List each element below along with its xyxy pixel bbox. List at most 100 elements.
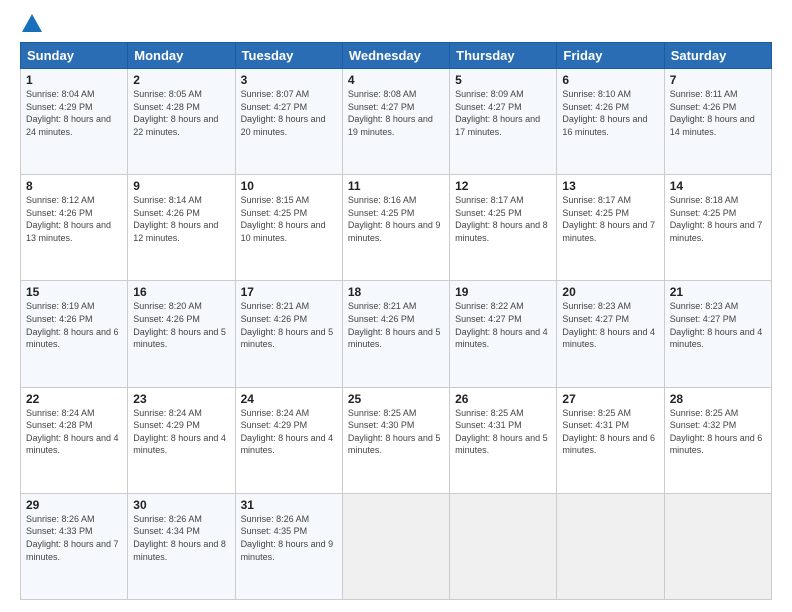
day-info: Sunrise: 8:24 AM Sunset: 4:28 PM Dayligh… xyxy=(26,407,122,457)
day-info: Sunrise: 8:25 AM Sunset: 4:31 PM Dayligh… xyxy=(562,407,658,457)
day-number: 7 xyxy=(670,73,766,87)
day-cell-27: 27Sunrise: 8:25 AM Sunset: 4:31 PM Dayli… xyxy=(557,387,664,493)
day-cell-5: 5Sunrise: 8:09 AM Sunset: 4:27 PM Daylig… xyxy=(450,69,557,175)
weekday-header-monday: Monday xyxy=(128,43,235,69)
day-info: Sunrise: 8:05 AM Sunset: 4:28 PM Dayligh… xyxy=(133,88,229,138)
day-cell-21: 21Sunrise: 8:23 AM Sunset: 4:27 PM Dayli… xyxy=(664,281,771,387)
calendar: SundayMondayTuesdayWednesdayThursdayFrid… xyxy=(20,42,772,600)
day-number: 21 xyxy=(670,285,766,299)
weekday-header-sunday: Sunday xyxy=(21,43,128,69)
weekday-header-tuesday: Tuesday xyxy=(235,43,342,69)
day-info: Sunrise: 8:07 AM Sunset: 4:27 PM Dayligh… xyxy=(241,88,337,138)
day-info: Sunrise: 8:24 AM Sunset: 4:29 PM Dayligh… xyxy=(133,407,229,457)
day-number: 28 xyxy=(670,392,766,406)
day-cell-20: 20Sunrise: 8:23 AM Sunset: 4:27 PM Dayli… xyxy=(557,281,664,387)
day-number: 1 xyxy=(26,73,122,87)
day-info: Sunrise: 8:17 AM Sunset: 4:25 PM Dayligh… xyxy=(562,194,658,244)
day-number: 19 xyxy=(455,285,551,299)
day-info: Sunrise: 8:24 AM Sunset: 4:29 PM Dayligh… xyxy=(241,407,337,457)
day-info: Sunrise: 8:11 AM Sunset: 4:26 PM Dayligh… xyxy=(670,88,766,138)
day-cell-31: 31Sunrise: 8:26 AM Sunset: 4:35 PM Dayli… xyxy=(235,493,342,599)
header xyxy=(20,16,772,32)
day-info: Sunrise: 8:26 AM Sunset: 4:34 PM Dayligh… xyxy=(133,513,229,563)
day-number: 5 xyxy=(455,73,551,87)
day-number: 30 xyxy=(133,498,229,512)
day-info: Sunrise: 8:14 AM Sunset: 4:26 PM Dayligh… xyxy=(133,194,229,244)
day-info: Sunrise: 8:04 AM Sunset: 4:29 PM Dayligh… xyxy=(26,88,122,138)
day-number: 11 xyxy=(348,179,444,193)
day-info: Sunrise: 8:25 AM Sunset: 4:32 PM Dayligh… xyxy=(670,407,766,457)
day-cell-25: 25Sunrise: 8:25 AM Sunset: 4:30 PM Dayli… xyxy=(342,387,449,493)
day-cell-18: 18Sunrise: 8:21 AM Sunset: 4:26 PM Dayli… xyxy=(342,281,449,387)
day-number: 3 xyxy=(241,73,337,87)
weekday-header-thursday: Thursday xyxy=(450,43,557,69)
day-number: 12 xyxy=(455,179,551,193)
day-number: 10 xyxy=(241,179,337,193)
day-number: 20 xyxy=(562,285,658,299)
empty-cell xyxy=(450,493,557,599)
calendar-table: SundayMondayTuesdayWednesdayThursdayFrid… xyxy=(20,42,772,600)
day-info: Sunrise: 8:08 AM Sunset: 4:27 PM Dayligh… xyxy=(348,88,444,138)
day-cell-16: 16Sunrise: 8:20 AM Sunset: 4:26 PM Dayli… xyxy=(128,281,235,387)
day-number: 4 xyxy=(348,73,444,87)
day-cell-9: 9Sunrise: 8:14 AM Sunset: 4:26 PM Daylig… xyxy=(128,175,235,281)
day-number: 15 xyxy=(26,285,122,299)
day-cell-6: 6Sunrise: 8:10 AM Sunset: 4:26 PM Daylig… xyxy=(557,69,664,175)
weekday-header-saturday: Saturday xyxy=(664,43,771,69)
day-info: Sunrise: 8:17 AM Sunset: 4:25 PM Dayligh… xyxy=(455,194,551,244)
day-info: Sunrise: 8:22 AM Sunset: 4:27 PM Dayligh… xyxy=(455,300,551,350)
day-number: 18 xyxy=(348,285,444,299)
day-number: 22 xyxy=(26,392,122,406)
day-cell-24: 24Sunrise: 8:24 AM Sunset: 4:29 PM Dayli… xyxy=(235,387,342,493)
day-cell-7: 7Sunrise: 8:11 AM Sunset: 4:26 PM Daylig… xyxy=(664,69,771,175)
empty-cell xyxy=(557,493,664,599)
day-number: 6 xyxy=(562,73,658,87)
day-info: Sunrise: 8:12 AM Sunset: 4:26 PM Dayligh… xyxy=(26,194,122,244)
day-info: Sunrise: 8:25 AM Sunset: 4:31 PM Dayligh… xyxy=(455,407,551,457)
day-number: 27 xyxy=(562,392,658,406)
day-number: 17 xyxy=(241,285,337,299)
day-cell-19: 19Sunrise: 8:22 AM Sunset: 4:27 PM Dayli… xyxy=(450,281,557,387)
day-number: 31 xyxy=(241,498,337,512)
day-info: Sunrise: 8:23 AM Sunset: 4:27 PM Dayligh… xyxy=(562,300,658,350)
day-number: 16 xyxy=(133,285,229,299)
day-cell-10: 10Sunrise: 8:15 AM Sunset: 4:25 PM Dayli… xyxy=(235,175,342,281)
day-number: 26 xyxy=(455,392,551,406)
day-info: Sunrise: 8:18 AM Sunset: 4:25 PM Dayligh… xyxy=(670,194,766,244)
logo-triangle-icon xyxy=(22,14,42,32)
day-cell-4: 4Sunrise: 8:08 AM Sunset: 4:27 PM Daylig… xyxy=(342,69,449,175)
day-cell-29: 29Sunrise: 8:26 AM Sunset: 4:33 PM Dayli… xyxy=(21,493,128,599)
day-info: Sunrise: 8:23 AM Sunset: 4:27 PM Dayligh… xyxy=(670,300,766,350)
day-number: 2 xyxy=(133,73,229,87)
day-cell-11: 11Sunrise: 8:16 AM Sunset: 4:25 PM Dayli… xyxy=(342,175,449,281)
day-cell-17: 17Sunrise: 8:21 AM Sunset: 4:26 PM Dayli… xyxy=(235,281,342,387)
day-info: Sunrise: 8:16 AM Sunset: 4:25 PM Dayligh… xyxy=(348,194,444,244)
day-info: Sunrise: 8:19 AM Sunset: 4:26 PM Dayligh… xyxy=(26,300,122,350)
day-cell-1: 1Sunrise: 8:04 AM Sunset: 4:29 PM Daylig… xyxy=(21,69,128,175)
day-info: Sunrise: 8:21 AM Sunset: 4:26 PM Dayligh… xyxy=(348,300,444,350)
empty-cell xyxy=(342,493,449,599)
weekday-header-wednesday: Wednesday xyxy=(342,43,449,69)
page: SundayMondayTuesdayWednesdayThursdayFrid… xyxy=(0,0,792,612)
day-info: Sunrise: 8:26 AM Sunset: 4:33 PM Dayligh… xyxy=(26,513,122,563)
day-cell-14: 14Sunrise: 8:18 AM Sunset: 4:25 PM Dayli… xyxy=(664,175,771,281)
day-cell-22: 22Sunrise: 8:24 AM Sunset: 4:28 PM Dayli… xyxy=(21,387,128,493)
day-number: 23 xyxy=(133,392,229,406)
day-cell-23: 23Sunrise: 8:24 AM Sunset: 4:29 PM Dayli… xyxy=(128,387,235,493)
day-info: Sunrise: 8:20 AM Sunset: 4:26 PM Dayligh… xyxy=(133,300,229,350)
day-cell-12: 12Sunrise: 8:17 AM Sunset: 4:25 PM Dayli… xyxy=(450,175,557,281)
day-cell-13: 13Sunrise: 8:17 AM Sunset: 4:25 PM Dayli… xyxy=(557,175,664,281)
day-number: 29 xyxy=(26,498,122,512)
day-number: 13 xyxy=(562,179,658,193)
day-number: 8 xyxy=(26,179,122,193)
day-cell-30: 30Sunrise: 8:26 AM Sunset: 4:34 PM Dayli… xyxy=(128,493,235,599)
day-cell-3: 3Sunrise: 8:07 AM Sunset: 4:27 PM Daylig… xyxy=(235,69,342,175)
day-info: Sunrise: 8:15 AM Sunset: 4:25 PM Dayligh… xyxy=(241,194,337,244)
day-info: Sunrise: 8:26 AM Sunset: 4:35 PM Dayligh… xyxy=(241,513,337,563)
day-info: Sunrise: 8:21 AM Sunset: 4:26 PM Dayligh… xyxy=(241,300,337,350)
day-cell-8: 8Sunrise: 8:12 AM Sunset: 4:26 PM Daylig… xyxy=(21,175,128,281)
day-cell-15: 15Sunrise: 8:19 AM Sunset: 4:26 PM Dayli… xyxy=(21,281,128,387)
weekday-header-friday: Friday xyxy=(557,43,664,69)
day-info: Sunrise: 8:10 AM Sunset: 4:26 PM Dayligh… xyxy=(562,88,658,138)
day-cell-26: 26Sunrise: 8:25 AM Sunset: 4:31 PM Dayli… xyxy=(450,387,557,493)
